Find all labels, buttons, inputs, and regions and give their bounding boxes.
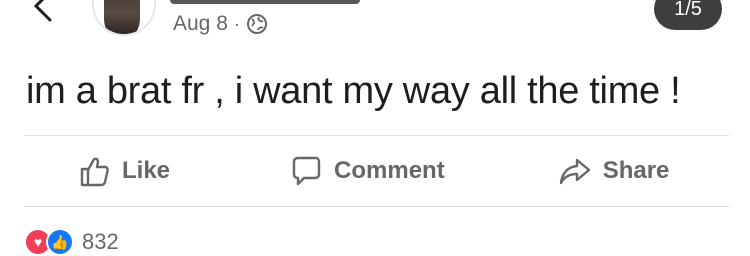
- post-date[interactable]: Aug 8: [173, 12, 228, 36]
- reaction-count: 832: [82, 229, 119, 254]
- author-name-cropped[interactable]: [170, 0, 360, 4]
- meta-separator: ·: [233, 13, 240, 34]
- comment-label: Comment: [334, 157, 445, 184]
- share-label: Share: [602, 157, 670, 184]
- like-button[interactable]: Like: [76, 153, 170, 189]
- thumbs-up-icon: [80, 157, 109, 187]
- reactions-summary[interactable]: ♥ 👍 832: [24, 228, 119, 256]
- comment-button[interactable]: Comment: [288, 153, 445, 189]
- share-button[interactable]: Share: [557, 153, 670, 189]
- avatar[interactable]: [92, 0, 156, 36]
- post-actions: Like Comment Share: [24, 136, 729, 206]
- divider: [24, 206, 729, 207]
- back-arrow-icon[interactable]: [28, 0, 58, 22]
- post-meta: Aug 8 ·: [173, 12, 268, 36]
- comment-icon: [292, 156, 321, 186]
- globe-icon: [246, 14, 267, 34]
- like-label: Like: [122, 157, 171, 184]
- like-icon: 👍: [46, 228, 74, 256]
- share-icon: [559, 158, 590, 185]
- image-counter: 1/5: [654, 0, 722, 30]
- post-text: im a brat fr , i want my way all the tim…: [26, 70, 681, 112]
